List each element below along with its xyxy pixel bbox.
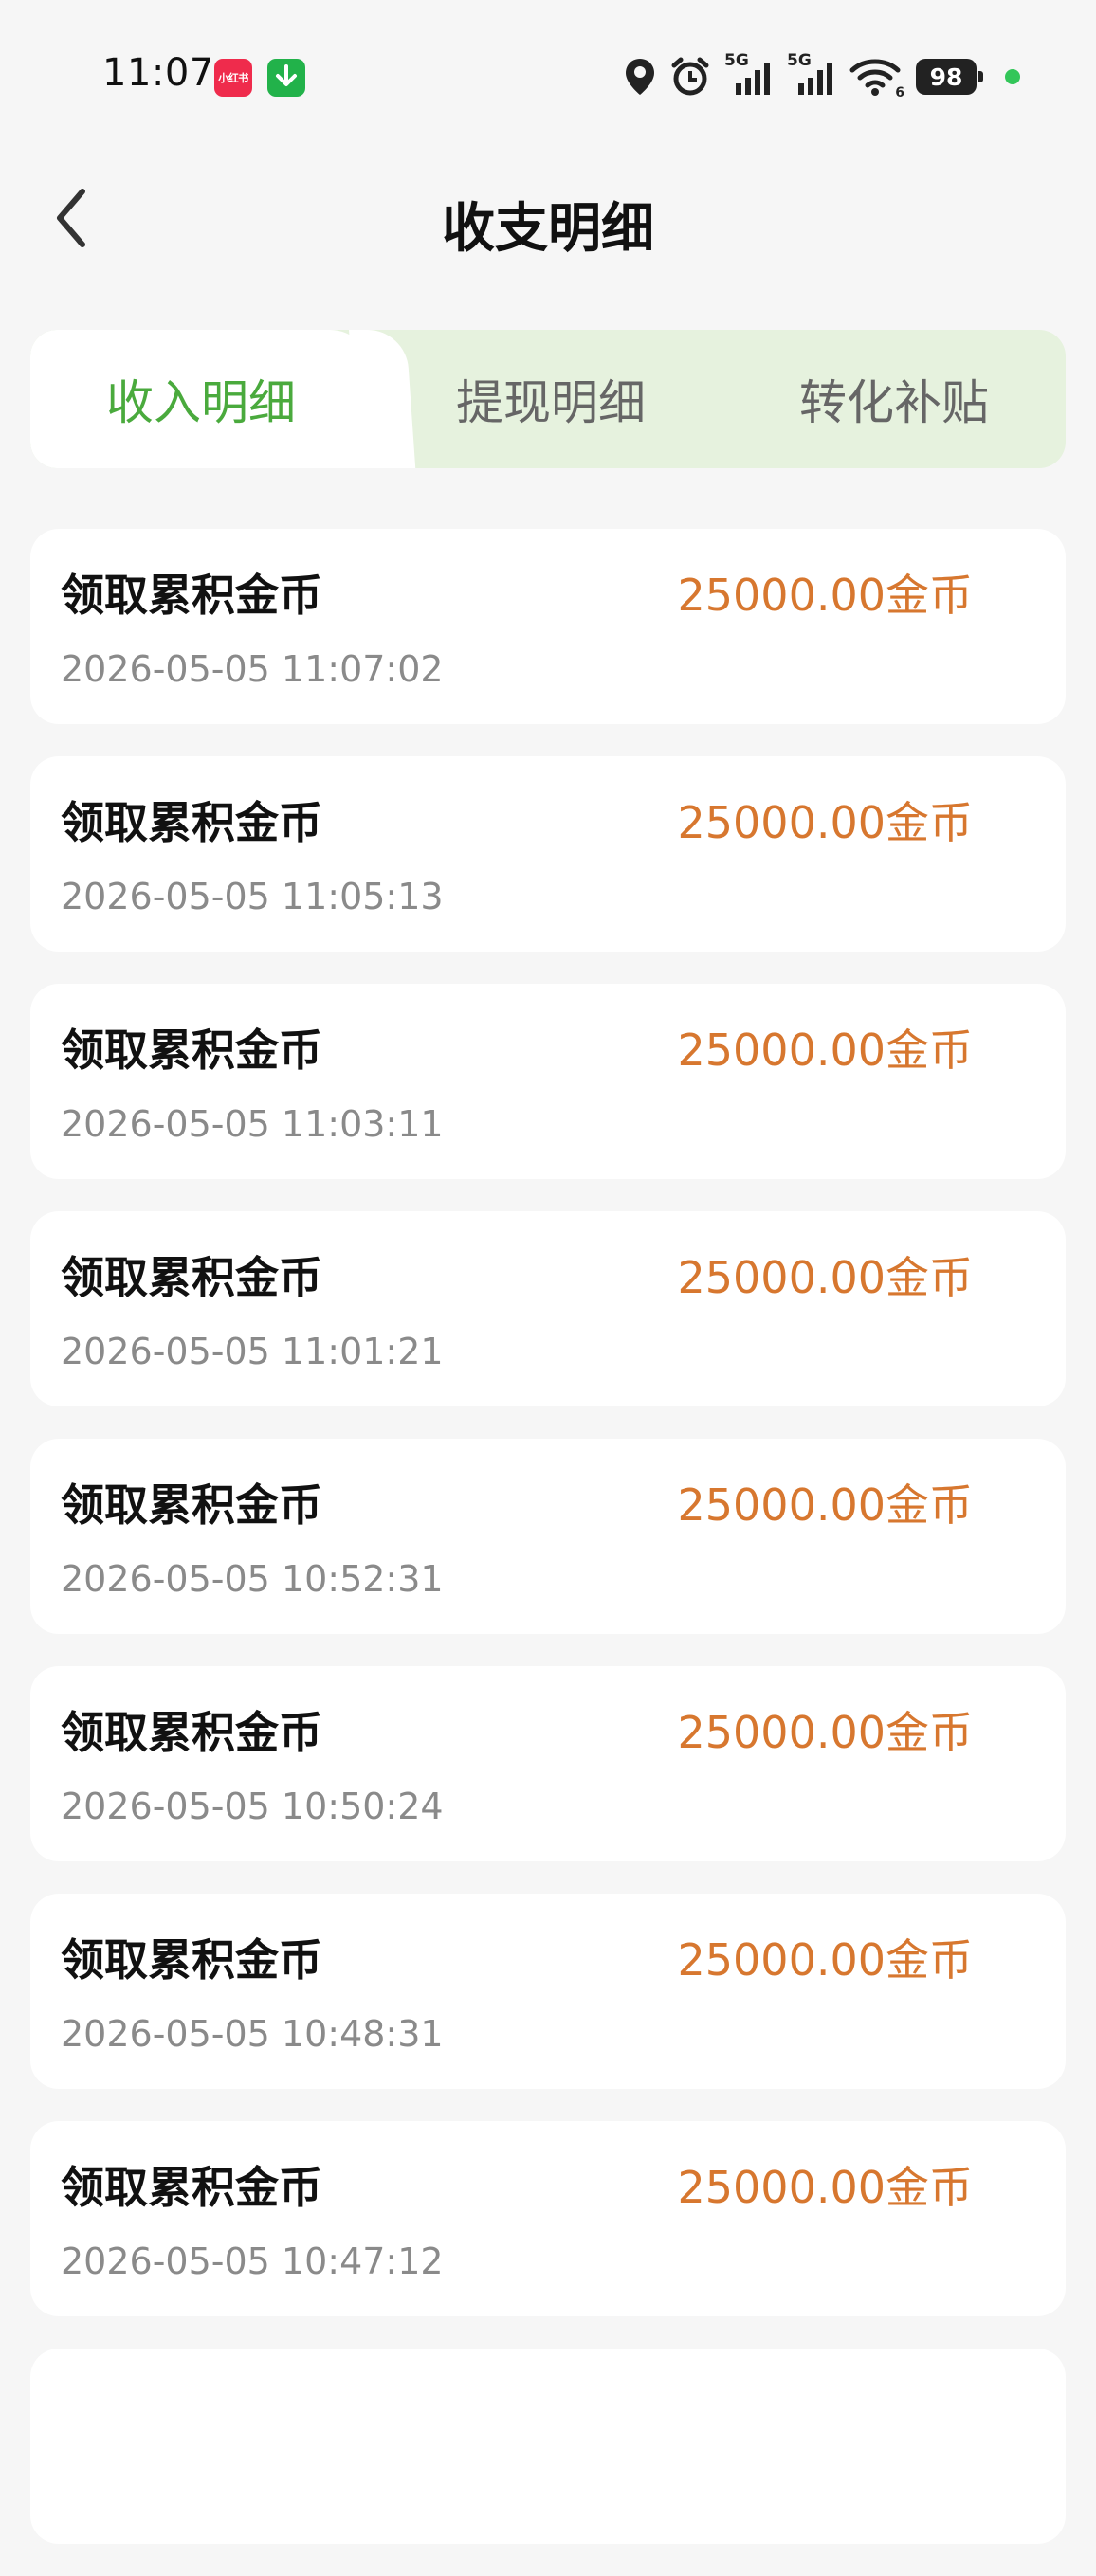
record-title: 领取累积金币 bbox=[61, 1479, 322, 1531]
record-time: 2026-05-05 11:05:13 bbox=[61, 876, 444, 917]
xiaohongshu-notification-icon: 小红书 bbox=[214, 59, 252, 97]
record-title: 领取累积金币 bbox=[61, 1707, 322, 1758]
record-amount: 25000.00金币 bbox=[677, 1479, 974, 1531]
page-title: 收支明细 bbox=[442, 198, 654, 260]
status-bar: 11:07 小红书 5G 5G 6 98 bbox=[0, 0, 1096, 152]
record-amount: 25000.00金币 bbox=[677, 570, 974, 621]
signal-5g-icon-2: 5G bbox=[787, 51, 834, 99]
record-amount: 25000.00金币 bbox=[677, 2162, 974, 2213]
privacy-indicator-dot bbox=[1005, 69, 1020, 84]
list-item: 领取累积金币 25000.00金币 2026-05-05 10:52:31 bbox=[30, 1439, 1066, 1634]
list-item: 领取累积金币 25000.00金币 2026-05-05 11:01:21 bbox=[30, 1211, 1066, 1406]
tab-withdrawal-details[interactable]: 提现明细 bbox=[379, 330, 722, 468]
record-amount: 25000.00金币 bbox=[677, 1025, 974, 1076]
record-time: 2026-05-05 11:07:02 bbox=[61, 648, 444, 690]
record-time: 2026-05-05 11:01:21 bbox=[61, 1331, 444, 1372]
battery-icon: 98 bbox=[916, 59, 983, 95]
record-list: 领取累积金币 25000.00金币 2026-05-05 11:07:02 领取… bbox=[30, 529, 1066, 2576]
signal-5g-icon: 5G bbox=[724, 51, 772, 99]
record-time: 2026-05-05 10:48:31 bbox=[61, 2013, 444, 2055]
list-item: 领取累积金币 25000.00金币 2026-05-05 10:47:12 bbox=[30, 2121, 1066, 2316]
tab-income-details[interactable]: 收入明细 bbox=[30, 330, 372, 468]
record-amount: 25000.00金币 bbox=[677, 1252, 974, 1303]
status-time: 11:07 bbox=[102, 51, 214, 95]
list-item: 领取累积金币 25000.00金币 2026-05-05 10:50:24 bbox=[30, 1666, 1066, 1861]
record-time: 2026-05-05 11:03:11 bbox=[61, 1103, 444, 1145]
record-amount: 25000.00金币 bbox=[677, 1934, 974, 1986]
record-time: 2026-05-05 10:50:24 bbox=[61, 1786, 444, 1827]
list-item: 领取累积金币 25000.00金币 2026-05-05 10:48:31 bbox=[30, 1894, 1066, 2089]
list-item: 领取累积金币 25000.00金币 2026-05-05 11:05:13 bbox=[30, 756, 1066, 952]
tab-conversion-subsidy[interactable]: 转化补贴 bbox=[722, 330, 1066, 468]
record-time: 2026-05-05 10:52:31 bbox=[61, 1558, 444, 1600]
list-item: 领取累积金币 25000.00金币 2026-05-05 11:07:02 bbox=[30, 529, 1066, 724]
header: 收支明细 bbox=[0, 152, 1096, 284]
record-title: 领取累积金币 bbox=[61, 570, 322, 621]
wifi-level-label: 6 bbox=[895, 85, 904, 100]
tab-bar: 收入明细 提现明细 转化补贴 bbox=[30, 330, 1066, 468]
system-icons: 5G 5G 6 98 bbox=[624, 51, 1020, 100]
record-time: 2026-05-05 10:47:12 bbox=[61, 2240, 444, 2282]
record-title: 领取累积金币 bbox=[61, 797, 322, 848]
record-title: 领取累积金币 bbox=[61, 1252, 322, 1303]
record-amount: 25000.00金币 bbox=[677, 1707, 974, 1758]
record-title: 领取累积金币 bbox=[61, 1934, 322, 1986]
record-amount: 25000.00金币 bbox=[677, 797, 974, 848]
location-icon bbox=[624, 57, 656, 97]
record-title: 领取累积金币 bbox=[61, 1025, 322, 1076]
wifi-icon: 6 bbox=[849, 55, 904, 100]
download-arrow-icon bbox=[267, 59, 305, 97]
record-title: 领取累积金币 bbox=[61, 2162, 322, 2213]
alarm-clock-icon bbox=[671, 57, 709, 97]
list-item: 领取累积金币 25000.00金币 2026-05-05 11:03:11 bbox=[30, 984, 1066, 1179]
list-item-partial bbox=[30, 2349, 1066, 2544]
